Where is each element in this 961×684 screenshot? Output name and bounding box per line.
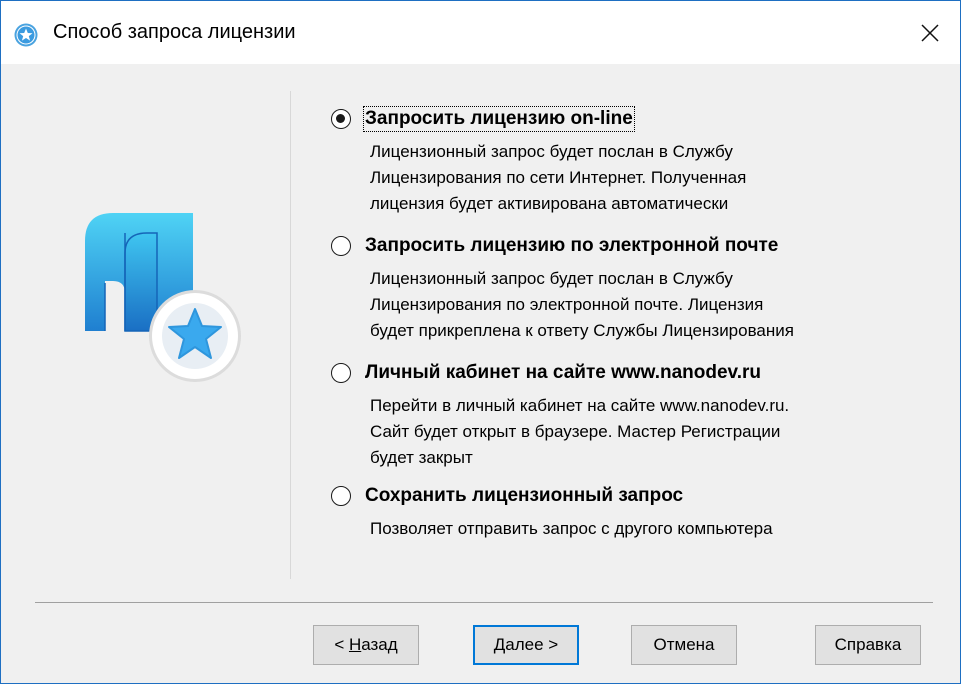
option-save-request-title[interactable]: Сохранить лицензионный запрос: [365, 485, 683, 507]
radio-online[interactable]: [331, 109, 351, 129]
window-title: Способ запроса лицензии: [53, 21, 296, 43]
back-button-prefix: <: [334, 635, 349, 654]
radio-cabinet[interactable]: [331, 363, 351, 383]
star-badge-icon: [14, 23, 38, 47]
license-request-dialog: Способ запроса лицензии Запросить лиценз…: [0, 0, 961, 684]
close-button[interactable]: [900, 1, 960, 64]
option-email-title[interactable]: Запросить лицензию по электронной почте: [365, 235, 778, 257]
title-bar: Способ запроса лицензии: [1, 1, 960, 64]
vertical-separator: [290, 91, 291, 579]
help-button-label: Справка: [834, 635, 902, 654]
close-icon: [921, 23, 939, 42]
cancel-button-label: Отмена: [653, 635, 715, 654]
back-button-mnemonic: Н: [348, 635, 362, 654]
cancel-button[interactable]: Отмена: [631, 625, 737, 665]
radio-save-request[interactable]: [331, 486, 351, 506]
nanocad-logo-icon: [85, 213, 241, 382]
next-button[interactable]: Далее >: [473, 625, 579, 665]
option-save-request-description: Позволяет отправить запрос с другого ком…: [370, 519, 773, 538]
horizontal-separator: [35, 602, 933, 603]
next-button-mnemonic: Д: [493, 635, 506, 654]
help-button[interactable]: Справка: [815, 625, 921, 665]
option-cabinet-description: Перейти в личный кабинет на сайте www.na…: [370, 396, 790, 467]
option-online-title[interactable]: Запросить лицензию on-line: [363, 106, 635, 132]
back-button[interactable]: < Назад: [313, 625, 419, 665]
option-email-description: Лицензионный запрос будет послан в Служб…: [370, 269, 794, 340]
radio-email[interactable]: [331, 236, 351, 256]
next-button-label: алее >: [505, 635, 559, 654]
option-cabinet-title[interactable]: Личный кабинет на сайте www.nanodev.ru: [365, 362, 761, 384]
back-button-label: азад: [361, 635, 398, 654]
option-online-description: Лицензионный запрос будет послан в Служб…: [370, 142, 747, 213]
